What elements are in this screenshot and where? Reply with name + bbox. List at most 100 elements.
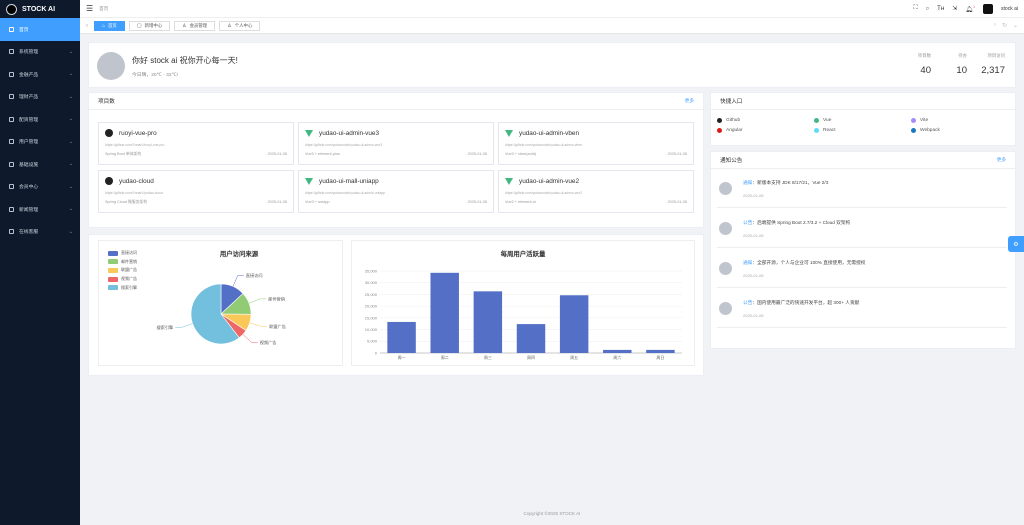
notice-item[interactable]: 通知：全部开源，个人与企业可 100% 直接使用，无需授权 2025-01-08 [717, 252, 1007, 288]
sidebar-item[interactable]: 基础设施 ⌄ [0, 153, 80, 176]
bar[interactable] [603, 349, 632, 353]
money-icon [9, 94, 14, 100]
project-item[interactable]: yudao-ui-mall-uniapp https://github.com/y… [298, 170, 494, 213]
project-url: https://github.com/yudaocode/yudao-ui-ad… [305, 143, 383, 147]
bar[interactable] [387, 321, 416, 353]
pie-label-line [242, 334, 258, 343]
vue-icon [814, 118, 819, 123]
translate-icon[interactable]: Tʜ [937, 6, 944, 12]
notice-item[interactable]: 通知：新版本支持 JDK 8/17/21，Vue 2/3 2025-01-08 [717, 172, 1007, 208]
bar[interactable] [646, 349, 675, 353]
project-url: https://github.com/yudaocode/yudao-ui-ad… [505, 143, 583, 147]
notice-item[interactable]: 公告：后端提供 Spring Boot 2.7/3.2 + Cloud 双架构 2… [717, 212, 1007, 248]
chevron-down-icon: ⌄ [68, 48, 73, 55]
app-logo[interactable]: STOCK AI [0, 0, 80, 18]
vite-icon [911, 118, 916, 123]
projects-more-link[interactable]: 更多 [685, 98, 694, 104]
sidebar-item[interactable]: 金融产品 ⌄ [0, 63, 80, 86]
sidebar-item-label: 金融产品 [19, 72, 39, 78]
breadcrumb[interactable]: 首页 [99, 6, 108, 12]
sidebar-item[interactable]: 配资管理 ⌄ [0, 108, 80, 131]
project-item[interactable]: ruoyi-vue-pro https://github.com/YunaiV/r… [98, 122, 294, 165]
tab-label: 新增中心 [144, 22, 163, 28]
stat-visits: 项目访问 2,317 [981, 53, 1005, 76]
hamburger-icon[interactable]: ☰ [86, 4, 93, 13]
sidebar-item-label: 新闻管理 [19, 207, 39, 213]
bar[interactable] [559, 295, 589, 353]
sidebar-item[interactable]: 首页 [0, 18, 80, 41]
sidebar-item[interactable]: 用户管理 ⌄ [0, 131, 80, 154]
fullscreen-icon[interactable]: ⛶ [913, 5, 917, 12]
project-name: yudao-cloud [119, 177, 154, 185]
sidebar-item[interactable]: 会员中心 ⌄ [0, 176, 80, 199]
vue-icon [305, 177, 313, 185]
react-icon [814, 128, 819, 133]
project-item[interactable]: yudao-cloud https://github.com/YunaiV/yud… [98, 170, 294, 213]
tab[interactable]: ▢ 新增中心 [128, 20, 171, 31]
quick-entry-item[interactable]: Angular [717, 128, 743, 133]
layout-size-icon[interactable]: ⇲ [952, 5, 957, 12]
notice-item[interactable]: 公告：国内使用最广泛的快速开发平台，超 300+ 人贡献 2025-01-08 [717, 292, 1007, 328]
project-date: 2025-01-08 [267, 200, 287, 204]
pie-slice-label: 邮件营销 [268, 295, 285, 302]
search-icon[interactable]: ○ [926, 6, 930, 12]
project-item[interactable]: yudao-ui-admin-vue2 https://github.com/yu… [498, 170, 694, 213]
tabs-list: ⌂ 首页 ▢ 新增中心 ♙ 会员管理 ♙ 个人中心 [94, 20, 264, 31]
sidebar-item[interactable]: 新闻管理 ⌄ [0, 198, 80, 221]
y-tick-label: 30,000 [365, 280, 378, 285]
tab[interactable]: ⌂ 首页 [94, 20, 125, 31]
chevron-down-icon: ⌄ [68, 183, 73, 190]
project-date: 2025-01-08 [467, 200, 487, 204]
greeting-text: 你好 stock ai 祝你开心每一天! [132, 56, 238, 65]
notice-type: 通知 [743, 260, 753, 265]
member-icon [9, 184, 14, 190]
sidebar-item[interactable]: 理财产品 ⌄ [0, 86, 80, 109]
bar[interactable] [516, 324, 546, 353]
tabs-menu-icon[interactable]: ⌄ [1013, 22, 1018, 29]
project-name: yudao-ui-admin-vben [519, 129, 580, 137]
tabs-prev-icon[interactable]: ‹ [86, 23, 88, 29]
quick-entry-label: Vue [823, 118, 832, 123]
tabs-next-icon[interactable]: › [994, 22, 996, 29]
bar[interactable] [430, 272, 459, 353]
project-tech: Vue3 + element-plus [305, 152, 340, 156]
project-item[interactable]: yudao-ui-admin-vben https://github.com/yu… [498, 122, 694, 165]
user-avatar[interactable] [983, 3, 994, 14]
projects-card: 项目数 更多 ruoyi-vue-pro https://github.com/Y… [88, 92, 704, 228]
chevron-down-icon: ⌄ [68, 116, 73, 123]
y-tick-label: 35,000 [365, 268, 378, 273]
sidebar-item-label: 配资管理 [19, 117, 39, 123]
weather-text: 今日晴，20℃ - 32℃! [132, 73, 179, 78]
notice-more-link[interactable]: 更多 [997, 157, 1006, 163]
tab[interactable]: ♙ 个人中心 [219, 20, 261, 31]
quick-entry-item[interactable]: React [814, 128, 836, 133]
quick-entry-item[interactable]: Vue [814, 118, 831, 123]
project-name: ruoyi-vue-pro [119, 129, 157, 137]
notice-text: 国内使用最广泛的快速开发平台，超 300+ 人贡献 [757, 300, 860, 305]
chevron-down-icon: ⌄ [68, 138, 73, 145]
document-icon: ▢ [136, 22, 142, 29]
notice-type: 公告 [743, 220, 753, 225]
settings-float-button[interactable]: ⚙ [1008, 236, 1024, 252]
refresh-icon[interactable]: ↻ [1002, 22, 1007, 29]
quick-entry-item[interactable]: Webpack [911, 128, 940, 133]
sidebar-item[interactable]: 在线客服 ⌄ [0, 221, 80, 244]
quick-entry-label: Github [726, 118, 741, 123]
chevron-down-icon: ⌄ [68, 93, 73, 100]
notice-avatar [719, 302, 732, 315]
topbar: ☰ 首页 ⛶ ○ Tʜ ⇲ 🔔︎1 stock ai [80, 0, 1024, 18]
chevron-down-icon: ⌄ [68, 206, 73, 213]
project-url: https://github.com/yudaocode/yudao-ui-ad… [505, 191, 583, 195]
project-item[interactable]: yudao-ui-admin-vue3 https://github.com/yu… [298, 122, 494, 165]
tab[interactable]: ♙ 会员管理 [174, 20, 216, 31]
bar[interactable] [473, 291, 503, 353]
quick-entry-item[interactable]: Vite [911, 118, 928, 123]
username[interactable]: stock ai [1001, 6, 1018, 12]
webpack-icon [911, 128, 916, 133]
sidebar-item[interactable]: 系统管理 ⌄ [0, 41, 80, 64]
tab-label: 会员管理 [189, 22, 208, 28]
sidebar-item-label: 首页 [19, 27, 29, 33]
quick-entry-item[interactable]: Github [717, 118, 740, 123]
user-icon [9, 139, 14, 145]
bell-icon[interactable]: 🔔︎1 [965, 4, 975, 13]
